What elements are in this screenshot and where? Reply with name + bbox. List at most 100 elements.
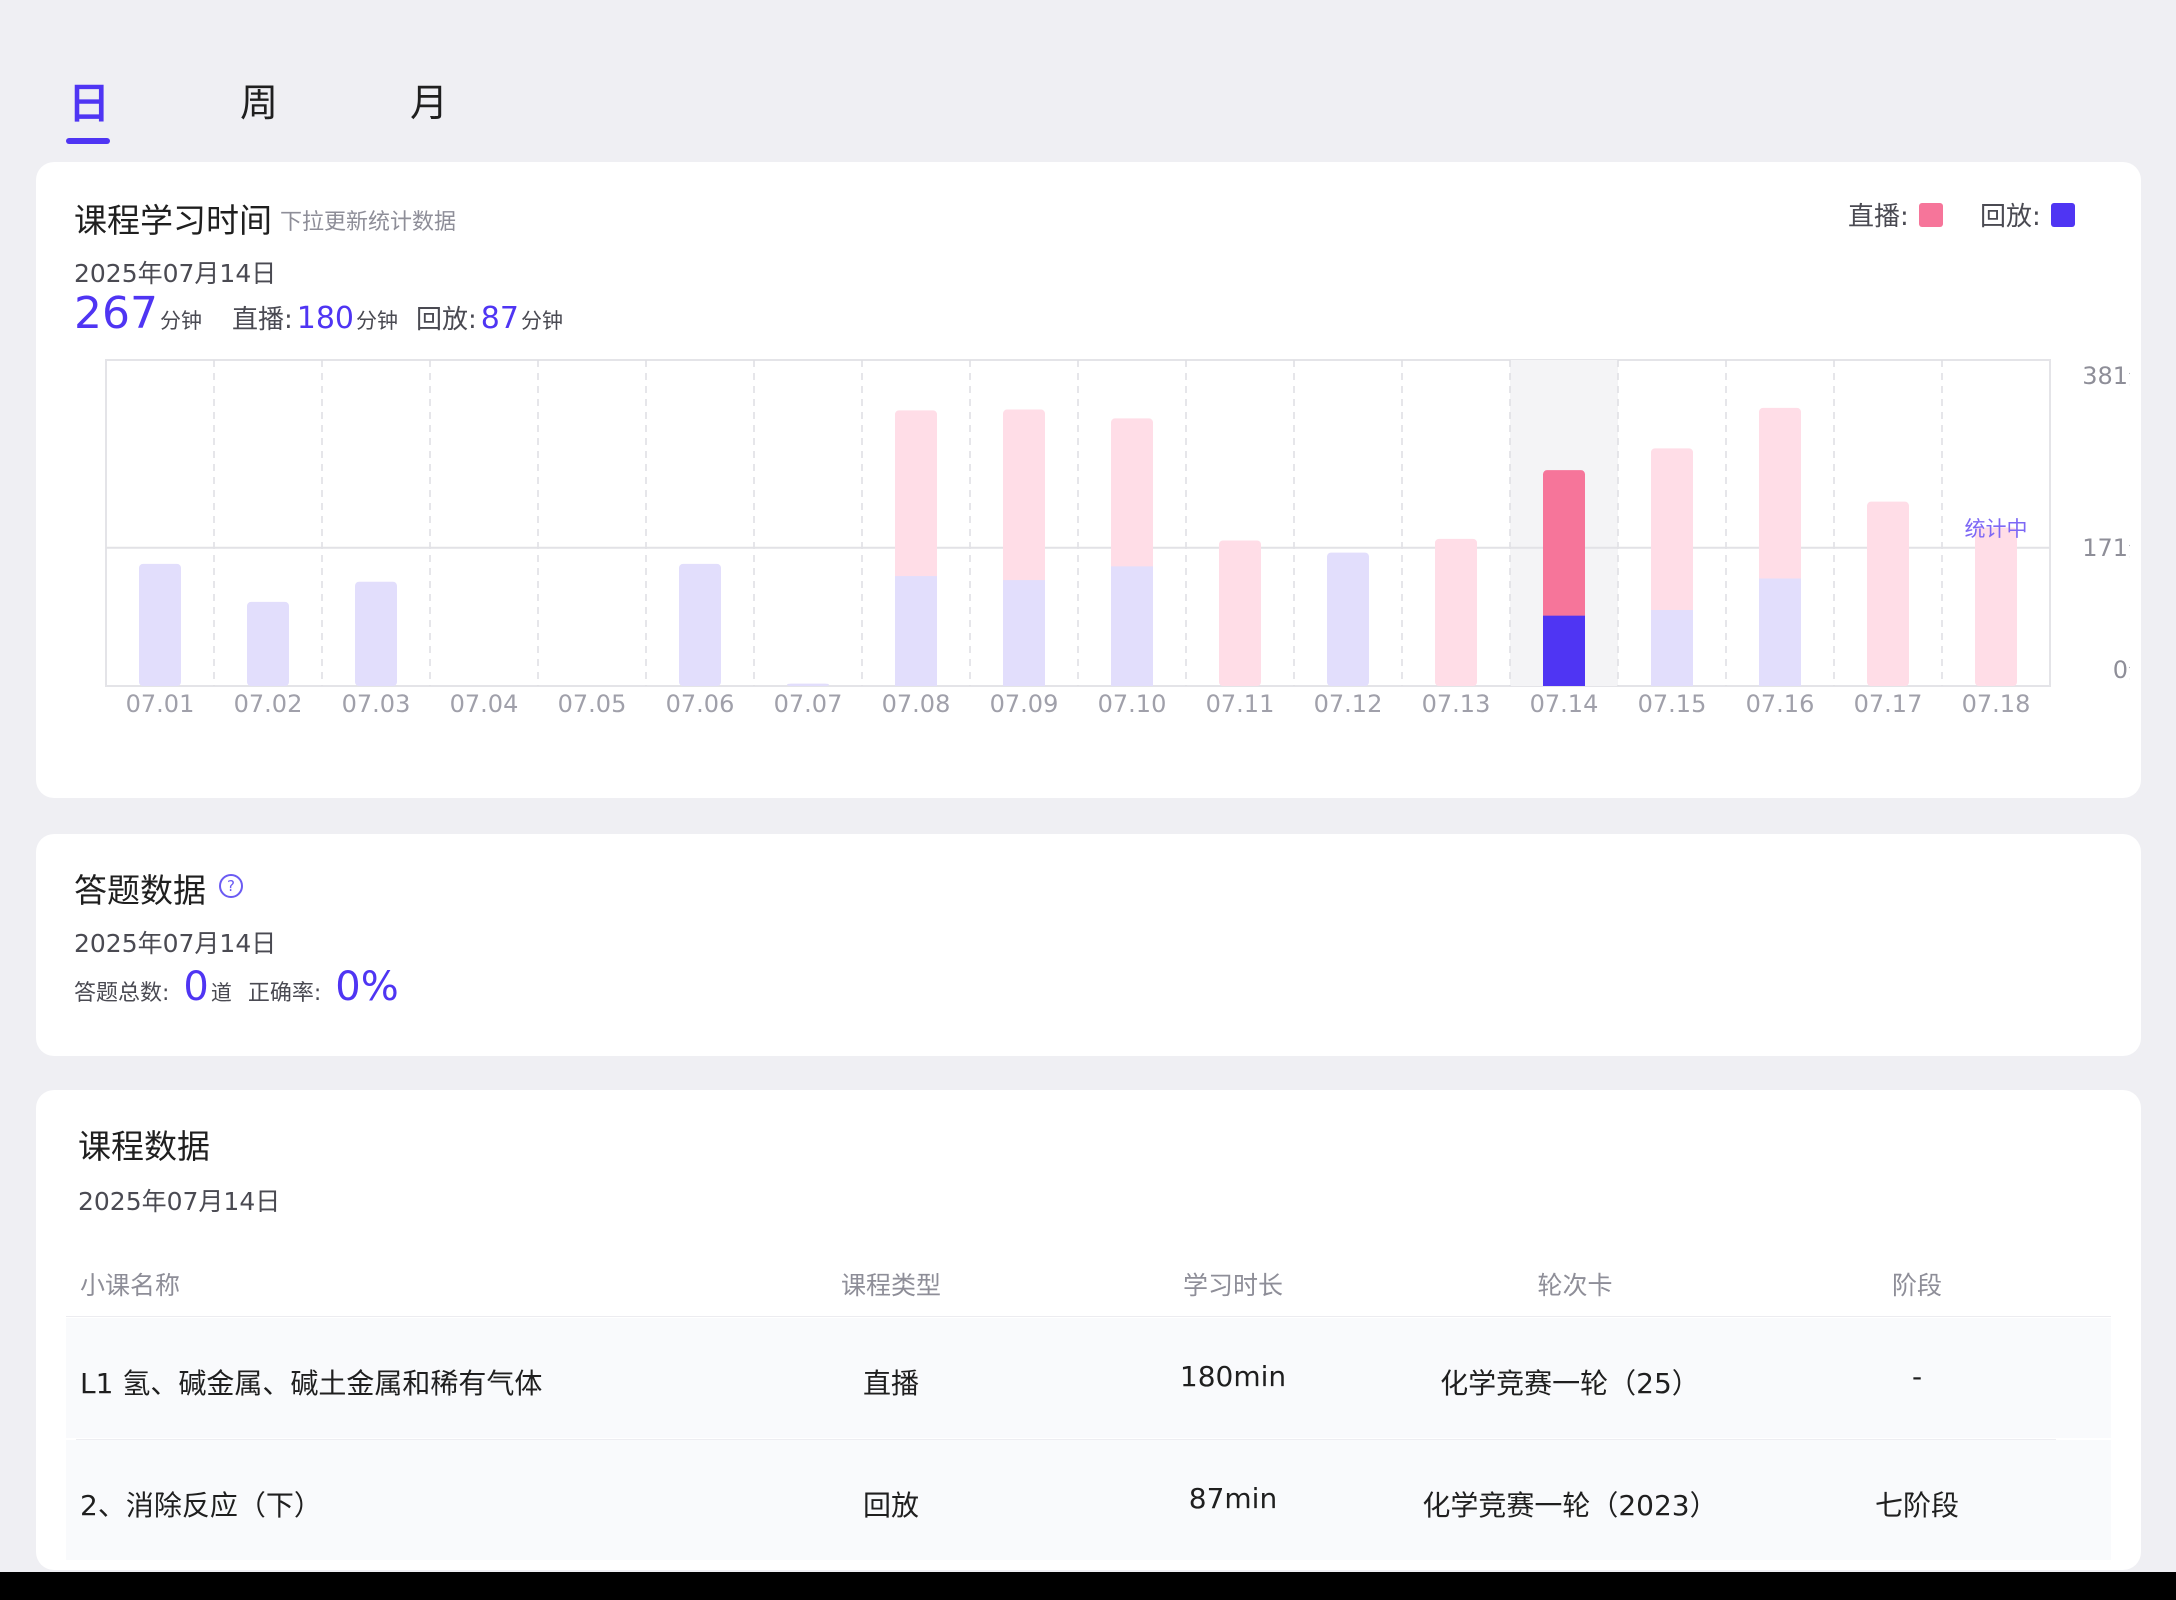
bar-live-07.17[interactable] bbox=[1867, 501, 1909, 686]
x-tick-label: 07.13 bbox=[1422, 690, 1491, 718]
counting-annotation: 统计中 bbox=[1965, 517, 2028, 541]
replay-unit: 分钟 bbox=[520, 309, 563, 333]
x-tick-label: 07.01 bbox=[126, 690, 195, 718]
x-tick-label: 07.15 bbox=[1638, 690, 1707, 718]
row-lesson-name: 2、消除反应（下） bbox=[80, 1489, 322, 1522]
study-time-title: 课程学习时间 bbox=[74, 201, 272, 240]
quiz-date: 2025年07月14日 bbox=[74, 929, 277, 958]
row-lesson-card: 化学竞赛一轮（25） bbox=[1440, 1367, 1700, 1400]
table-row[interactable] bbox=[66, 1440, 2111, 1560]
bar-replay-07.03[interactable] bbox=[355, 581, 397, 686]
x-tick-label: 07.11 bbox=[1206, 690, 1275, 718]
legend-live-swatch bbox=[1918, 202, 1943, 227]
quiz-accuracy-value: 0% bbox=[335, 964, 399, 1010]
col-header-name: 小课名称 bbox=[80, 1271, 181, 1300]
total-minutes: 267 bbox=[74, 288, 158, 339]
bar-replay-07.07[interactable] bbox=[787, 683, 829, 686]
quiz-accuracy-label: 正确率: bbox=[247, 981, 322, 1006]
x-tick-label: 07.09 bbox=[990, 690, 1059, 718]
col-header-type: 课程类型 bbox=[840, 1271, 942, 1300]
bar-live-07.14[interactable] bbox=[1543, 470, 1585, 620]
total-unit: 分钟 bbox=[159, 309, 202, 333]
row-lesson-stage: 七阶段 bbox=[1874, 1489, 1960, 1522]
x-tick-label: 07.05 bbox=[558, 690, 627, 718]
quiz-total-label: 答题总数: bbox=[74, 981, 170, 1006]
row-lesson-card: 化学竞赛一轮（2023） bbox=[1422, 1489, 1718, 1522]
study-time-date: 2025年07月14日 bbox=[74, 259, 277, 288]
bar-live-07.11[interactable] bbox=[1219, 540, 1261, 686]
replay-label: 回放: bbox=[416, 305, 477, 335]
bar-live-07.13[interactable] bbox=[1435, 538, 1477, 686]
course-date: 2025年07月14日 bbox=[78, 1187, 281, 1216]
legend-replay: 回放: bbox=[1980, 196, 2075, 233]
live-label: 直播: bbox=[231, 305, 293, 335]
table-header-divider bbox=[66, 1316, 2111, 1317]
x-tick-label: 07.08 bbox=[882, 690, 951, 718]
x-tick-label: 07.10 bbox=[1098, 690, 1167, 718]
tab-month[interactable]: 月 bbox=[410, 72, 448, 127]
row-lesson-name: L1 氢、碱金属、碱土金属和稀有气体 bbox=[80, 1367, 543, 1400]
course-card: 课程数据 2025年07月14日 小课名称 课程类型 学习时长 轮次卡 阶段 L… bbox=[36, 1090, 2141, 1570]
bar-replay-07.12[interactable] bbox=[1327, 552, 1369, 686]
bar-live-07.15[interactable] bbox=[1651, 448, 1693, 615]
live-minutes: 180 bbox=[296, 301, 355, 336]
col-header-stage: 阶段 bbox=[1891, 1271, 1943, 1300]
y-tick-label: 0分 bbox=[2113, 656, 2130, 684]
bar-replay-07.02[interactable] bbox=[247, 601, 289, 686]
legend-live-label: 直播: bbox=[1848, 202, 1909, 232]
x-tick-label: 07.18 bbox=[1962, 690, 2031, 718]
bar-live-07.18[interactable] bbox=[1975, 527, 2017, 686]
study-time-card: 课程学习时间 下拉更新统计数据 直播: 回放: 2025年07月14日 267 … bbox=[36, 162, 2141, 798]
tab-week[interactable]: 周 bbox=[240, 72, 278, 127]
help-icon[interactable]: ? bbox=[219, 874, 243, 898]
bar-replay-07.08[interactable] bbox=[895, 576, 937, 686]
bar-replay-07.14[interactable] bbox=[1543, 615, 1585, 686]
bar-replay-07.06[interactable] bbox=[679, 563, 721, 686]
x-tick-label: 07.16 bbox=[1746, 690, 1815, 718]
quiz-total-value: 0 bbox=[183, 964, 209, 1010]
tab-day[interactable]: 日 bbox=[68, 70, 110, 131]
replay-minutes: 87 bbox=[480, 301, 519, 336]
bar-replay-07.16[interactable] bbox=[1759, 578, 1801, 686]
quiz-stats: 答题总数: 0 道 正确率: 0% bbox=[74, 964, 399, 1010]
bar-live-07.10[interactable] bbox=[1111, 418, 1153, 571]
study-time-chart: 07.01 07.02 07.03 07.04 07.05 07.06 07.07 07.08… bbox=[105, 359, 2130, 718]
x-tick-label: 07.14 bbox=[1530, 690, 1599, 718]
x-tick-label: 07.04 bbox=[450, 690, 519, 718]
bar-live-07.16[interactable] bbox=[1759, 407, 1801, 583]
refresh-hint: 下拉更新统计数据 bbox=[280, 210, 457, 235]
x-tick-label: 07.02 bbox=[234, 690, 303, 718]
bar-replay-07.15[interactable] bbox=[1651, 610, 1693, 686]
legend-live: 直播: bbox=[1848, 196, 1943, 233]
col-header-duration: 学习时长 bbox=[1182, 1271, 1284, 1300]
study-time-stats: 267 分钟 直播: 180 分钟 回放: 87 分钟 bbox=[74, 288, 563, 339]
x-tick-label: 07.17 bbox=[1854, 690, 1923, 718]
bottom-system-bar bbox=[0, 1572, 2176, 1600]
row-lesson-stage: - bbox=[1911, 1360, 1923, 1393]
row-lesson-duration: 180min bbox=[1179, 1360, 1287, 1393]
legend-replay-swatch bbox=[2050, 202, 2075, 227]
x-tick-label: 07.12 bbox=[1314, 690, 1383, 718]
quiz-title: 答题数据 bbox=[74, 871, 206, 910]
row-lesson-type: 直播 bbox=[862, 1367, 920, 1400]
quiz-total-unit: 道 bbox=[210, 981, 232, 1005]
x-tick-label: 07.03 bbox=[342, 690, 411, 718]
course-title: 课程数据 bbox=[78, 1127, 210, 1166]
bar-replay-07.01[interactable] bbox=[139, 563, 181, 686]
bar-replay-07.09[interactable] bbox=[1003, 580, 1045, 686]
row-lesson-type: 回放 bbox=[862, 1489, 920, 1522]
bar-live-07.08[interactable] bbox=[895, 410, 937, 581]
x-tick-label: 07.06 bbox=[666, 690, 735, 718]
x-tick-label: 07.07 bbox=[774, 690, 843, 718]
row-lesson-duration: 87min bbox=[1188, 1482, 1278, 1515]
live-unit: 分钟 bbox=[356, 309, 399, 333]
tab-active-indicator bbox=[66, 138, 110, 144]
bar-live-07.09[interactable] bbox=[1003, 409, 1045, 585]
quiz-card: 答题数据 ? 2025年07月14日 答题总数: 0 道 正确率: 0% bbox=[36, 834, 2141, 1056]
period-tabs: 日 周 月 bbox=[0, 0, 2176, 160]
col-header-card: 轮次卡 bbox=[1537, 1271, 1613, 1300]
y-tick-label: 381分 bbox=[2082, 362, 2130, 390]
y-tick-label: 171分 bbox=[2082, 534, 2130, 562]
bar-replay-07.10[interactable] bbox=[1111, 566, 1153, 686]
legend-replay-label: 回放: bbox=[1980, 202, 2041, 232]
